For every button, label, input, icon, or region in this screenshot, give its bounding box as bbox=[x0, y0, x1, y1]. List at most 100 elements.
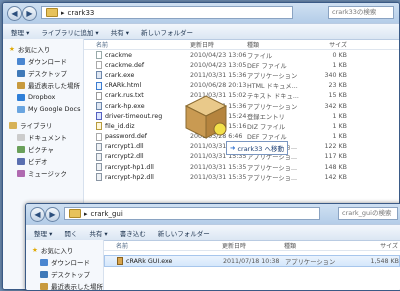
file-type: ファイル bbox=[247, 52, 273, 60]
nav-music[interactable]: ミュージック bbox=[3, 167, 83, 179]
documents-icon bbox=[17, 133, 25, 141]
nav-favorites[interactable]: ★ お気に入り bbox=[3, 43, 83, 55]
address-bar[interactable]: ▸ crark33 bbox=[41, 6, 293, 19]
organize-button[interactable]: 整理 ▾ bbox=[11, 27, 29, 37]
table-row-crark-gui-exe[interactable]: cRARk GUI.exe 2011/07/18 10:38 アプリケーション … bbox=[104, 255, 400, 267]
file-size: 122 KB bbox=[324, 143, 347, 151]
file-date: 2010/04/23 13:05 bbox=[190, 61, 247, 69]
nav-favorites-front[interactable]: ★ お気に入り bbox=[26, 244, 103, 256]
forward-button[interactable]: ▶ bbox=[22, 6, 37, 21]
table-row[interactable]: crark.exe 2011/03/31 15:36 アプリケーション 340 KB bbox=[84, 70, 399, 80]
share-button-front[interactable]: 共有 ▾ bbox=[89, 228, 107, 238]
table-row[interactable]: crark-hp.exe2011/03/31 15:36アプリケーション342 … bbox=[84, 101, 399, 111]
table-row[interactable]: rarcrypt-hp1.dll 2011/03/31 15:35 アプリケーショ.… bbox=[84, 162, 399, 172]
file-icon bbox=[96, 122, 102, 131]
file-date: 2011/03/31 15:36 bbox=[190, 71, 247, 79]
breadcrumb-crark33[interactable]: crark33 bbox=[68, 9, 95, 17]
file-type: HTML ドキュメ... bbox=[247, 83, 298, 91]
back-button-front[interactable]: ◀ bbox=[30, 207, 45, 222]
file-name: crackme.def bbox=[105, 61, 145, 69]
nav-downloads[interactable]: ダウンロード bbox=[3, 55, 83, 67]
google-docs-icon bbox=[17, 105, 25, 113]
file-name: file_id.diz bbox=[105, 122, 135, 130]
column-date[interactable]: 更新日時 bbox=[222, 241, 284, 250]
add-to-library-button[interactable]: ライブラリに追加 ▾ bbox=[41, 27, 98, 37]
file-size: 1 KB bbox=[332, 122, 347, 130]
file-size: 340 KB bbox=[324, 71, 347, 79]
nav-videos[interactable]: ビデオ bbox=[3, 155, 83, 167]
folder-icon bbox=[69, 209, 81, 218]
navigation-pane-front: ★ お気に入り ダウンロード デスクトップ 最近表示した場所 bbox=[26, 240, 104, 290]
file-icon bbox=[96, 132, 102, 141]
burn-button[interactable]: 書き込む bbox=[120, 228, 146, 238]
search-input[interactable]: crark33の検索 bbox=[328, 6, 394, 19]
nav-recent-places[interactable]: 最近表示した場所 bbox=[3, 79, 83, 91]
column-name[interactable]: 名前 bbox=[104, 241, 222, 250]
column-name[interactable]: 名前 bbox=[84, 40, 190, 49]
file-name: crark.rus.txt bbox=[105, 92, 144, 100]
column-type[interactable]: 種類 bbox=[247, 40, 307, 49]
table-row[interactable]: driver-timeout.reg2009/09/13 15:24登録エントリ… bbox=[84, 111, 399, 121]
table-row[interactable]: crackme.def 2010/04/23 13:05 DEF ファイル 1 KB bbox=[84, 60, 399, 70]
download-icon bbox=[17, 57, 25, 65]
download-icon bbox=[40, 258, 48, 266]
open-button[interactable]: 開く bbox=[64, 228, 77, 238]
file-size: 1 KB bbox=[332, 133, 347, 141]
file-size: 0 KB bbox=[332, 51, 347, 59]
new-folder-button[interactable]: 新しいフォルダー bbox=[141, 27, 193, 37]
forward-button-front[interactable]: ▶ bbox=[45, 207, 60, 222]
column-date[interactable]: 更新日時 bbox=[190, 40, 247, 49]
table-row[interactable]: crark.rus.txt 2011/03/31 15:02 テキスト ドキュ...… bbox=[84, 91, 399, 101]
back-button[interactable]: ◀ bbox=[7, 6, 22, 21]
dropbox-icon bbox=[17, 93, 25, 101]
breadcrumb-crark-gui[interactable]: crark_gui bbox=[91, 210, 123, 218]
file-icon bbox=[96, 61, 102, 70]
address-bar-front[interactable]: ▸ crark_gui bbox=[64, 207, 320, 220]
file-icon bbox=[96, 102, 102, 111]
nav-dropbox[interactable]: Dropbox bbox=[3, 91, 83, 103]
column-size[interactable]: サイズ bbox=[348, 241, 398, 250]
file-size: 142 KB bbox=[324, 173, 347, 181]
column-type[interactable]: 種類 bbox=[284, 241, 348, 250]
recent-places-icon bbox=[40, 282, 48, 290]
file-name: crark.exe bbox=[105, 71, 135, 79]
file-name: password.def bbox=[105, 133, 147, 141]
file-icon bbox=[96, 173, 102, 182]
file-icon bbox=[96, 91, 102, 100]
nav-libraries[interactable]: ライブラリ bbox=[3, 119, 83, 131]
command-bar: 整理 ▾ ライブラリに追加 ▾ 共有 ▾ 新しいフォルダー bbox=[3, 23, 399, 40]
nav-documents[interactable]: ドキュメント bbox=[3, 131, 83, 143]
nav-downloads-front[interactable]: ダウンロード bbox=[26, 256, 103, 268]
file-type: DEF ファイル bbox=[247, 62, 287, 70]
nav-desktop-front[interactable]: デスクトップ bbox=[26, 268, 103, 280]
organize-button-front[interactable]: 整理 ▾ bbox=[34, 228, 52, 238]
file-name: cRARk.html bbox=[105, 82, 142, 90]
search-input-front[interactable]: crark_guiの検索 bbox=[338, 207, 398, 220]
file-type: テキスト ドキュ... bbox=[247, 93, 299, 101]
column-header: 名前 更新日時 種類 サイズ bbox=[84, 39, 399, 50]
nav-google-docs[interactable]: My Google Docs bbox=[3, 103, 83, 115]
new-folder-button-front[interactable]: 新しいフォルダー bbox=[158, 228, 210, 238]
file-type: 登録エントリ bbox=[247, 113, 285, 121]
file-icon bbox=[96, 71, 102, 80]
file-size: 1 KB bbox=[332, 112, 347, 120]
music-icon bbox=[17, 169, 25, 177]
file-size: 342 KB bbox=[324, 102, 347, 110]
table-row[interactable]: file_id.diz2011/03/31 15:16DIZ ファイル1 KB bbox=[84, 121, 399, 131]
table-row[interactable]: crackme 2010/04/23 13:06 ファイル 0 KB bbox=[84, 50, 399, 60]
table-row[interactable]: cRARk.html 2010/06/28 20:13 HTML ドキュメ... 23… bbox=[84, 81, 399, 91]
share-button[interactable]: 共有 ▾ bbox=[111, 27, 129, 37]
folder-icon bbox=[46, 8, 58, 17]
table-row[interactable]: rarcrypt-hp2.dll 2011/03/31 15:35 アプリケーショ.… bbox=[84, 172, 399, 182]
file-icon bbox=[96, 152, 102, 161]
desktop-icon bbox=[17, 69, 25, 77]
drag-tooltip: ➜ crark33 へ移動 bbox=[226, 141, 288, 155]
nav-recent-places-front[interactable]: 最近表示した場所 bbox=[26, 280, 103, 290]
videos-icon bbox=[17, 157, 25, 165]
file-type: アプリケーション bbox=[247, 103, 298, 111]
nav-pictures[interactable]: ピクチャ bbox=[3, 143, 83, 155]
nav-desktop[interactable]: デスクトップ bbox=[3, 67, 83, 79]
column-size[interactable]: サイズ bbox=[307, 40, 347, 49]
move-arrow-icon: ➜ bbox=[230, 144, 236, 152]
file-icon bbox=[96, 112, 102, 121]
